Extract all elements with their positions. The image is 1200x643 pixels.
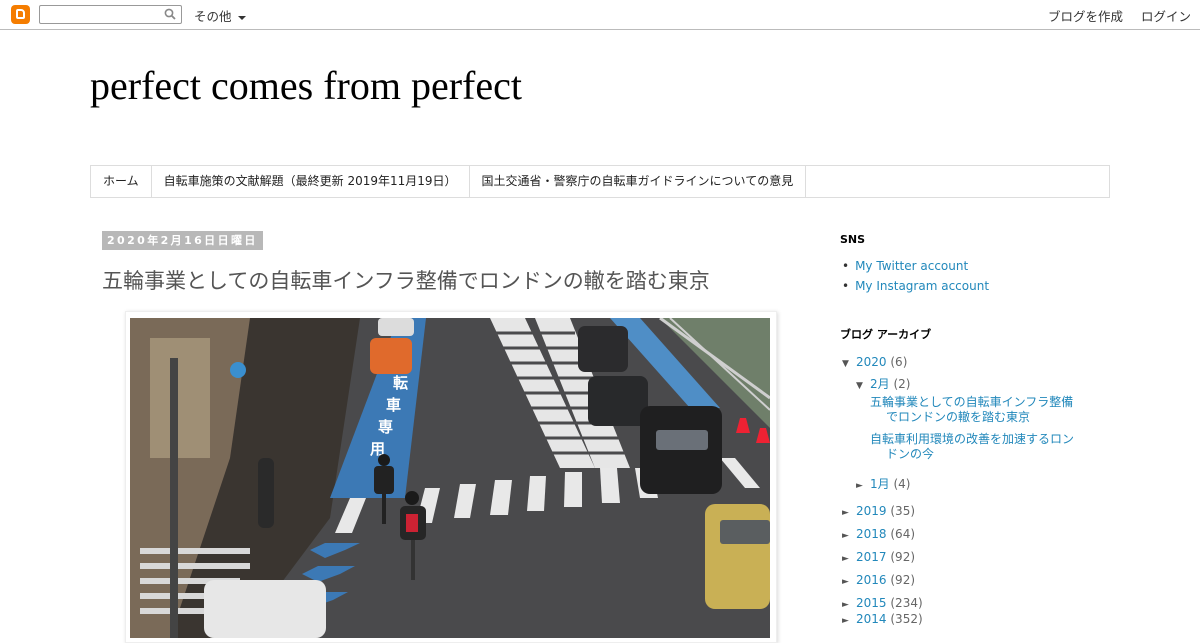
post-photo[interactable]: 転 車 専 用 — [130, 318, 770, 638]
chevron-down-icon — [237, 15, 246, 20]
archive-year-label[interactable]: 2018 — [856, 527, 887, 541]
expand-toggle-icon[interactable]: ► — [842, 600, 856, 610]
archive-count: (234) — [890, 596, 923, 610]
lane-text-3: 専 — [378, 418, 393, 436]
blogger-navbar: その他 ブログを作成 ログイン — [0, 0, 1200, 30]
sns-links: My Twitter account My Instagram account — [842, 258, 989, 298]
archive-year-2019[interactable]: ► 2019 (35) — [842, 504, 915, 518]
archive-count: (92) — [890, 550, 916, 564]
expand-toggle-icon[interactable]: ► — [842, 577, 856, 587]
create-blog-link[interactable]: ブログを作成 — [1048, 6, 1123, 25]
expand-toggle-icon[interactable]: ► — [842, 508, 856, 518]
login-link[interactable]: ログイン — [1141, 6, 1191, 25]
archive-year-2016[interactable]: ► 2016 (92) — [842, 573, 915, 587]
archive-year-label[interactable]: 2017 — [856, 550, 887, 564]
archive-year-2014[interactable]: ► 2014 (352) — [842, 612, 923, 626]
lane-text-2: 車 — [386, 396, 401, 414]
blog-title[interactable]: perfect comes from perfect — [90, 62, 522, 109]
archive-year-label[interactable]: 2016 — [856, 573, 887, 587]
archive-count: (4) — [893, 477, 911, 491]
archive-count: (92) — [890, 573, 916, 587]
archive-year-2020[interactable]: ▼ 2020 (6) — [842, 355, 907, 369]
archive-post-title[interactable]: 自転車利用環境の改善を加速するロンドンの今 — [870, 432, 1080, 462]
archive-year-label[interactable]: 2014 — [856, 612, 887, 626]
more-menu[interactable]: その他 — [194, 6, 246, 25]
sns-link-instagram[interactable]: My Instagram account — [842, 278, 989, 298]
expand-toggle-icon[interactable]: ► — [842, 616, 856, 626]
post-date: 2020年2月16日日曜日 — [102, 231, 263, 250]
expand-toggle-icon[interactable]: ► — [842, 531, 856, 541]
archive-count: (6) — [890, 355, 908, 369]
yellow-taxi — [705, 504, 770, 609]
archive-post-link-1[interactable]: 五輪事業としての自転車インフラ整備でロンドンの轍を踏む東京 — [870, 395, 1080, 425]
archive-count: (352) — [890, 612, 923, 626]
search-input[interactable] — [39, 5, 182, 24]
sign-icon — [230, 362, 246, 378]
archive-year-label[interactable]: 2019 — [856, 504, 887, 518]
search-icon[interactable] — [164, 8, 176, 20]
expand-toggle-icon[interactable]: ► — [856, 481, 870, 491]
pedestrian — [258, 458, 274, 528]
archive-month-jan[interactable]: ► 1月 (4) — [856, 475, 910, 492]
archive-month-label[interactable]: 1月 — [870, 477, 890, 491]
archive-heading: ブログ アーカイブ — [840, 328, 932, 341]
tab-bibliography[interactable]: 自転車施策の文献解題（最終更新 2019年11月19日） — [152, 166, 470, 197]
collapse-toggle-icon[interactable]: ▼ — [856, 381, 870, 391]
archive-post-title[interactable]: 五輪事業としての自転車インフラ整備でロンドンの轍を踏む東京 — [870, 395, 1080, 425]
post-title[interactable]: 五輪事業としての自転車インフラ整備でロンドンの轍を踏む東京 — [102, 265, 710, 295]
white-car — [204, 580, 326, 638]
orange-car — [370, 338, 412, 374]
archive-month-label[interactable]: 2月 — [870, 377, 890, 391]
archive-year-label[interactable]: 2015 — [856, 596, 887, 610]
tab-home[interactable]: ホーム — [91, 166, 152, 197]
sns-link-twitter[interactable]: My Twitter account — [842, 258, 989, 278]
tab-guideline-opinion[interactable]: 国土交通省・警察庁の自転車ガイドラインについての意見 — [470, 166, 807, 197]
archive-count: (35) — [890, 504, 916, 518]
archive-count: (64) — [890, 527, 916, 541]
archive-year-2015[interactable]: ► 2015 (234) — [842, 596, 923, 610]
lane-text-1: 転 — [393, 374, 408, 392]
archive-year-label[interactable]: 2020 — [856, 355, 887, 369]
blogger-logo-icon[interactable] — [11, 5, 30, 24]
archive-count: (2) — [893, 377, 911, 391]
street-photo: 転 車 専 用 — [130, 318, 770, 638]
more-menu-label: その他 — [194, 9, 232, 24]
expand-toggle-icon[interactable]: ► — [842, 554, 856, 564]
archive-month-feb[interactable]: ▼ 2月 (2) — [856, 375, 910, 392]
archive-post-link-2[interactable]: 自転車利用環境の改善を加速するロンドンの今 — [870, 432, 1080, 462]
collapse-toggle-icon[interactable]: ▼ — [842, 359, 856, 369]
page-tabs: ホーム 自転車施策の文献解題（最終更新 2019年11月19日） 国土交通省・警… — [90, 165, 1110, 198]
black-sedan — [588, 376, 648, 426]
archive-year-2018[interactable]: ► 2018 (64) — [842, 527, 915, 541]
sns-heading: SNS — [840, 233, 866, 246]
dark-taxi — [578, 326, 628, 372]
archive-year-2017[interactable]: ► 2017 (92) — [842, 550, 915, 564]
